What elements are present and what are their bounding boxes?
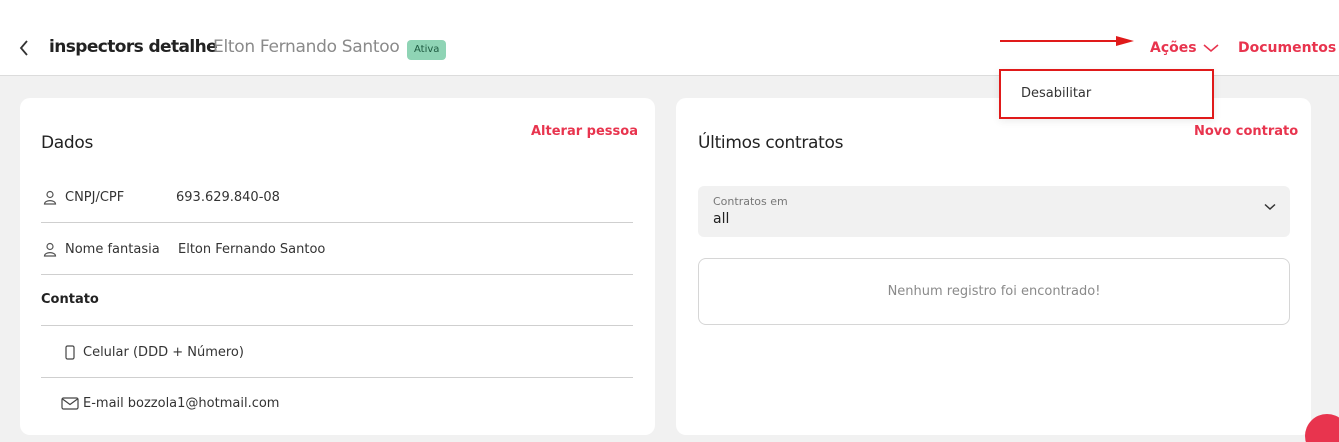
field-row-nome-fantasia: Nome fantasia Elton Fernando Santoo (41, 239, 633, 259)
contracts-title: Últimos contratos (698, 133, 844, 153)
field-value: 693.629.840-08 (176, 189, 280, 205)
email-value: bozzola1@hotmail.com (127, 395, 280, 411)
select-value: all (713, 211, 730, 227)
chevron-down-icon (1203, 44, 1219, 53)
empty-state: Nenhum registro foi encontrado! (698, 258, 1290, 325)
divider (41, 274, 633, 275)
actions-dropdown: Desabilitar (999, 69, 1214, 119)
contact-row-phone: Celular (DDD + Número) (41, 342, 633, 362)
phone-icon (61, 343, 79, 361)
contracts-card: Últimos contratos Novo contrato Contrato… (676, 98, 1311, 435)
menu-item-disable[interactable]: Desabilitar (1021, 86, 1091, 101)
documents-link[interactable]: Documentos (1238, 40, 1336, 56)
field-label: Nome fantasia (65, 241, 160, 257)
alterar-pessoa-link[interactable]: Alterar pessoa (531, 124, 638, 139)
mail-icon (61, 394, 79, 412)
empty-message: Nenhum registro foi encontrado! (887, 284, 1101, 299)
dados-title: Dados (41, 133, 94, 153)
field-value: Elton Fernando Santoo (178, 241, 326, 257)
contact-row-email: E-mail bozzola1@hotmail.com (41, 393, 633, 413)
contracts-filter-select[interactable]: Contratos em all (698, 186, 1290, 237)
dados-card: Dados Alterar pessoa CNPJ/CPF 693.629.84… (20, 98, 655, 435)
user-icon (41, 188, 59, 206)
page-title: inspectors detalhe (49, 37, 218, 57)
divider (41, 377, 633, 378)
status-badge: Ativa (407, 40, 447, 60)
divider (41, 222, 633, 223)
user-icon (41, 240, 59, 258)
divider (41, 325, 633, 326)
contato-heading: Contato (41, 292, 99, 307)
email-label: E-mail (83, 395, 124, 411)
actions-menu-button[interactable]: Ações (1150, 40, 1219, 56)
back-button[interactable] (14, 37, 34, 59)
select-label: Contratos em (713, 195, 788, 208)
chevron-down-icon (1264, 203, 1276, 211)
novo-contrato-link[interactable]: Novo contrato (1194, 124, 1298, 139)
annotation-arrow (1000, 36, 1134, 46)
top-bar: inspectors detalhe Elton Fernando Santoo… (0, 0, 1339, 76)
chevron-left-icon (19, 40, 28, 56)
person-name: Elton Fernando Santoo (213, 37, 400, 57)
actions-label: Ações (1150, 40, 1197, 56)
field-label: CNPJ/CPF (65, 189, 125, 205)
field-row-cnpj: CNPJ/CPF 693.629.840-08 (41, 187, 633, 207)
phone-label: Celular (DDD + Número) (83, 344, 244, 360)
